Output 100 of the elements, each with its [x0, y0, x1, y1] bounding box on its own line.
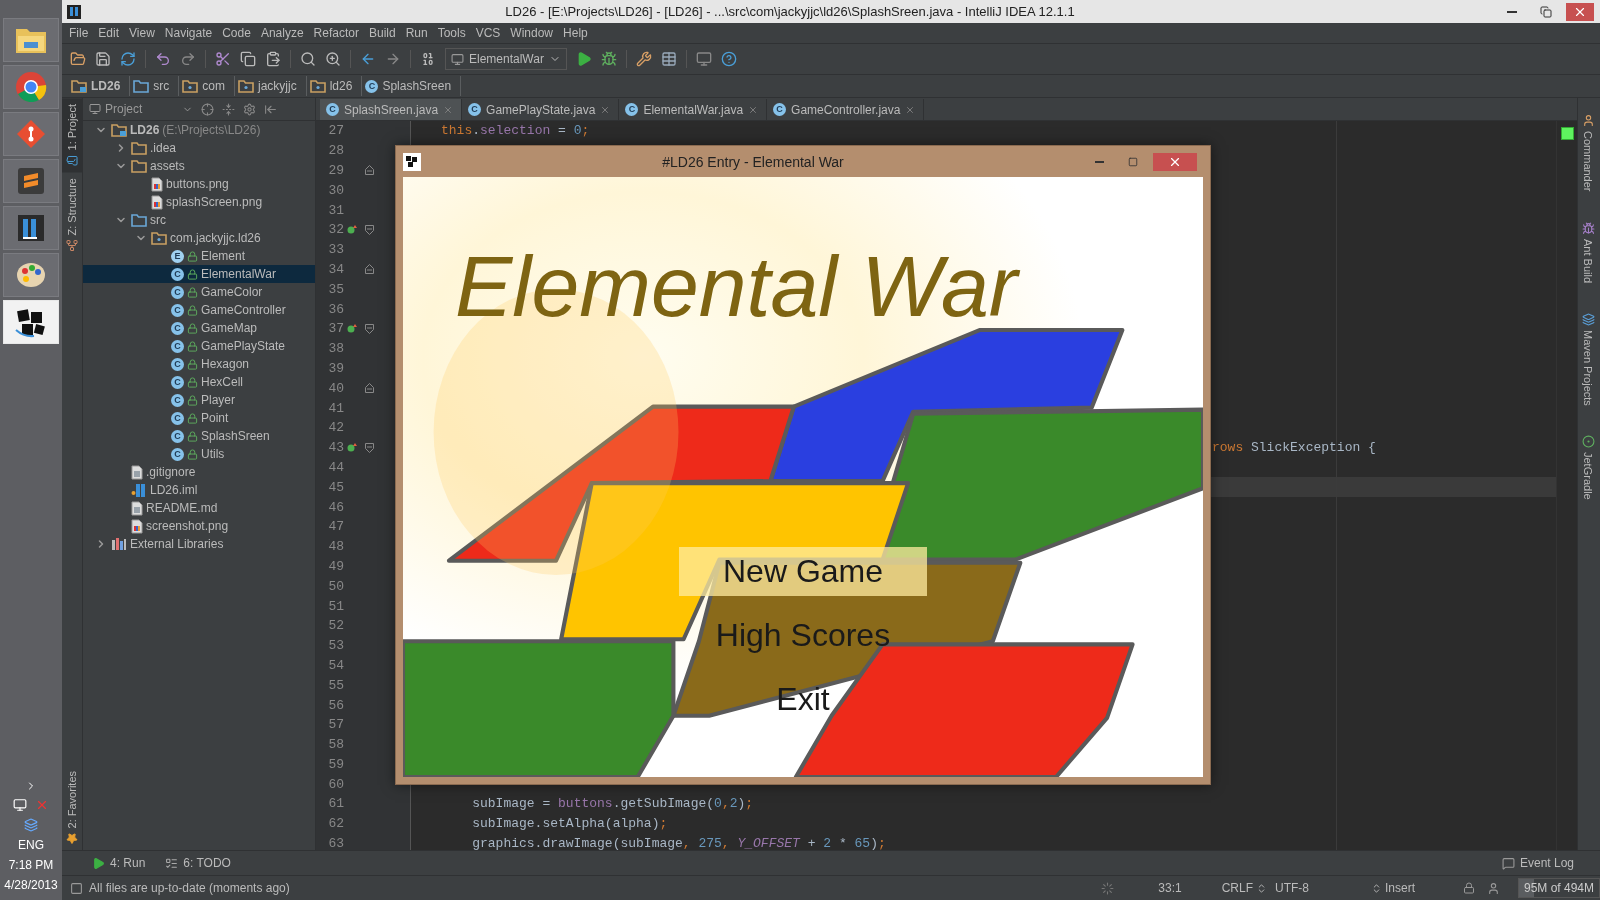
- back-arrow-icon[interactable]: [360, 51, 376, 67]
- menu-item[interactable]: View: [124, 26, 160, 40]
- tree-item[interactable]: buttons.png: [83, 175, 315, 193]
- menu-item[interactable]: Refactor: [308, 26, 364, 40]
- breadcrumb[interactable]: LD26: [68, 76, 131, 96]
- menu-item[interactable]: Analyze: [255, 26, 309, 40]
- event-log-button[interactable]: Event Log: [1501, 856, 1574, 870]
- menu-item[interactable]: Build: [363, 26, 401, 40]
- tree-item[interactable]: C ElementalWar: [83, 265, 315, 283]
- locate-icon[interactable]: [201, 102, 214, 116]
- tree-item[interactable]: com.jackyjjc.ld26: [83, 229, 315, 247]
- tool-window-tab[interactable]: Z: Structure: [62, 172, 82, 258]
- run-configuration-dropdown[interactable]: ElementalWar: [445, 48, 567, 70]
- game-menu-item[interactable]: High Scores: [679, 611, 927, 660]
- memory-indicator[interactable]: 95M of 494M: [1518, 878, 1600, 898]
- encoding-selector[interactable]: UTF-8: [1275, 881, 1309, 895]
- editor-tab[interactable]: C SplashSreen.java: [320, 99, 463, 120]
- close-icon[interactable]: [748, 104, 759, 115]
- lock-icon[interactable]: [1463, 882, 1475, 894]
- fold-icon[interactable]: [365, 264, 374, 275]
- tree-item[interactable]: C SplashSreen: [83, 427, 315, 445]
- tree-item[interactable]: C Player: [83, 391, 315, 409]
- window-icon[interactable]: [695, 51, 712, 67]
- debug-icon[interactable]: [600, 51, 617, 67]
- search-icon[interactable]: [300, 51, 316, 67]
- tree-item[interactable]: src: [83, 211, 315, 229]
- paste-icon[interactable]: [265, 51, 281, 67]
- wrench-icon[interactable]: [635, 51, 652, 67]
- forward-arrow-icon[interactable]: [385, 51, 401, 67]
- tool-window-tab[interactable]: JetGradle: [1578, 429, 1598, 507]
- fold-icon[interactable]: [365, 442, 374, 453]
- menu-item[interactable]: Navigate: [159, 26, 218, 40]
- save-icon[interactable]: [95, 51, 111, 67]
- caret-position[interactable]: 33:1: [1158, 881, 1182, 895]
- game-menu-item[interactable]: Exit: [679, 675, 927, 724]
- line-separator-selector[interactable]: CRLF: [1221, 881, 1267, 895]
- help-icon[interactable]: [720, 51, 737, 67]
- override-icon[interactable]: [347, 442, 358, 454]
- tree-item[interactable]: C GamePlayState: [83, 337, 315, 355]
- copy-icon[interactable]: [240, 51, 256, 67]
- close-icon[interactable]: [443, 104, 454, 115]
- breadcrumb[interactable]: jackyjjc: [235, 76, 307, 96]
- open-folder-icon[interactable]: [70, 51, 86, 67]
- undo-icon[interactable]: [155, 51, 171, 67]
- tree-item[interactable]: C GameColor: [83, 283, 315, 301]
- tool-window-tab[interactable]: Ant Build: [1578, 215, 1598, 289]
- palette-icon[interactable]: [15, 260, 47, 290]
- menu-item[interactable]: Window: [505, 26, 559, 40]
- tree-item[interactable]: External Libraries: [83, 535, 315, 553]
- tree-item[interactable]: C Hexagon: [83, 355, 315, 373]
- settings-icon[interactable]: [243, 102, 256, 116]
- breadcrumb[interactable]: C SplashSreen: [362, 76, 462, 96]
- fold-icon[interactable]: [365, 165, 374, 176]
- ring-icon[interactable]: [15, 71, 47, 103]
- tree-item[interactable]: .idea: [83, 139, 315, 157]
- tool-window-tab[interactable]: Commander: [1578, 108, 1598, 198]
- tree-item[interactable]: .gitignore: [83, 463, 315, 481]
- tool-window-tab[interactable]: Maven Projects: [1578, 306, 1598, 412]
- override-icon[interactable]: [347, 224, 358, 236]
- menu-item[interactable]: Edit: [93, 26, 125, 40]
- sync-icon[interactable]: [120, 51, 136, 67]
- tree-item[interactable]: E Element: [83, 247, 315, 265]
- close-icon[interactable]: [600, 104, 611, 115]
- view-dropdown[interactable]: Project: [89, 102, 193, 116]
- tree-item[interactable]: C Point: [83, 409, 315, 427]
- make-icon[interactable]: [420, 51, 436, 67]
- tree-item[interactable]: screenshot.png: [83, 517, 315, 535]
- tree-item[interactable]: C GameMap: [83, 319, 315, 337]
- diamond-icon[interactable]: [15, 118, 47, 150]
- menu-item[interactable]: Run: [400, 26, 433, 40]
- tool-window-tab[interactable]: 1: Project: [62, 98, 82, 173]
- collapse-icon[interactable]: [222, 102, 235, 116]
- tree-item[interactable]: LD26.iml: [83, 481, 315, 499]
- cut-icon[interactable]: [215, 51, 231, 67]
- menu-item[interactable]: Tools: [432, 26, 471, 40]
- redo-icon[interactable]: [180, 51, 196, 67]
- close-icon[interactable]: [905, 104, 916, 115]
- fold-icon[interactable]: [365, 383, 374, 394]
- tool-window-button[interactable]: 6: TODO: [165, 856, 231, 870]
- tool-window-tab[interactable]: 2: Favorites: [62, 764, 82, 850]
- hide-icon[interactable]: [264, 102, 277, 116]
- ide-icon[interactable]: [15, 213, 47, 243]
- tree-item[interactable]: C HexCell: [83, 373, 315, 391]
- menu-item[interactable]: Code: [217, 26, 256, 40]
- fold-icon[interactable]: [365, 224, 374, 235]
- close-button[interactable]: [1153, 152, 1197, 171]
- game-menu-item[interactable]: New Game: [679, 547, 927, 596]
- fold-icon[interactable]: [365, 323, 374, 334]
- breadcrumb[interactable]: ld26: [306, 76, 363, 96]
- tree-item[interactable]: LD26 (E:\Projects\LD26): [83, 121, 315, 139]
- breadcrumb[interactable]: com: [179, 76, 235, 96]
- tree-item[interactable]: C GameController: [83, 301, 315, 319]
- override-icon[interactable]: [347, 323, 358, 335]
- tree-item[interactable]: README.md: [83, 499, 315, 517]
- insert-mode[interactable]: Insert: [1371, 881, 1415, 895]
- menu-item[interactable]: File: [64, 26, 94, 40]
- tree-item[interactable]: assets: [83, 157, 315, 175]
- blocks-icon[interactable]: [14, 306, 48, 338]
- tree-item[interactable]: splashScreen.png: [83, 193, 315, 211]
- menu-item[interactable]: Help: [558, 26, 593, 40]
